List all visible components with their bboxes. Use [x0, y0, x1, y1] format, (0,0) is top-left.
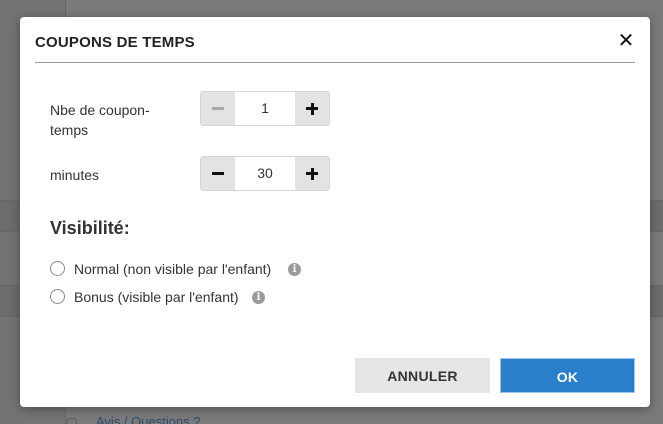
plus-icon-vertical	[310, 167, 314, 180]
radio-bonus[interactable]	[50, 289, 65, 304]
coupons-label: Nbe de coupon-temps	[50, 102, 150, 138]
visibility-option-bonus[interactable]: Bonus (visible par l'enfant) i	[50, 288, 280, 308]
background-row	[0, 285, 20, 317]
info-icon[interactable]: i	[288, 263, 301, 276]
visibility-option-normal[interactable]: Normal (non visible par l'enfant) i	[50, 260, 310, 280]
chat-icon: 🗨	[64, 416, 80, 424]
plus-icon-vertical	[310, 102, 314, 115]
minutes-label: minutes	[50, 167, 100, 183]
minutes-value-input[interactable]	[235, 157, 295, 190]
close-icon[interactable]: ✕	[617, 31, 635, 51]
dialog-title: COUPONS DE TEMPS	[35, 34, 195, 51]
dialog-header: COUPONS DE TEMPS ✕	[35, 17, 635, 63]
coupons-value-input[interactable]	[235, 92, 295, 125]
info-icon[interactable]: i	[252, 291, 265, 304]
feedback-link[interactable]: Avis / Questions ?	[96, 414, 201, 424]
minutes-stepper	[200, 156, 330, 191]
background-row	[0, 200, 20, 232]
minutes-decrement-button[interactable]	[201, 157, 235, 190]
minus-icon	[212, 107, 224, 110]
coupons-increment-button[interactable]	[295, 92, 329, 125]
visibility-option-label: Bonus (visible par l'enfant)	[74, 289, 239, 305]
radio-normal[interactable]	[50, 261, 65, 276]
minus-icon	[212, 172, 224, 175]
visibility-heading: Visibilité:	[50, 218, 130, 238]
coupons-decrement-button[interactable]	[201, 92, 235, 125]
minutes-increment-button[interactable]	[295, 157, 329, 190]
coupons-stepper	[200, 91, 330, 126]
ok-button[interactable]: OK	[500, 358, 635, 393]
coupons-dialog: COUPONS DE TEMPS ✕ Nbe de coupon-temps m…	[20, 17, 650, 407]
cancel-button[interactable]: ANNULER	[355, 358, 490, 393]
visibility-option-label: Normal (non visible par l'enfant)	[74, 261, 272, 277]
